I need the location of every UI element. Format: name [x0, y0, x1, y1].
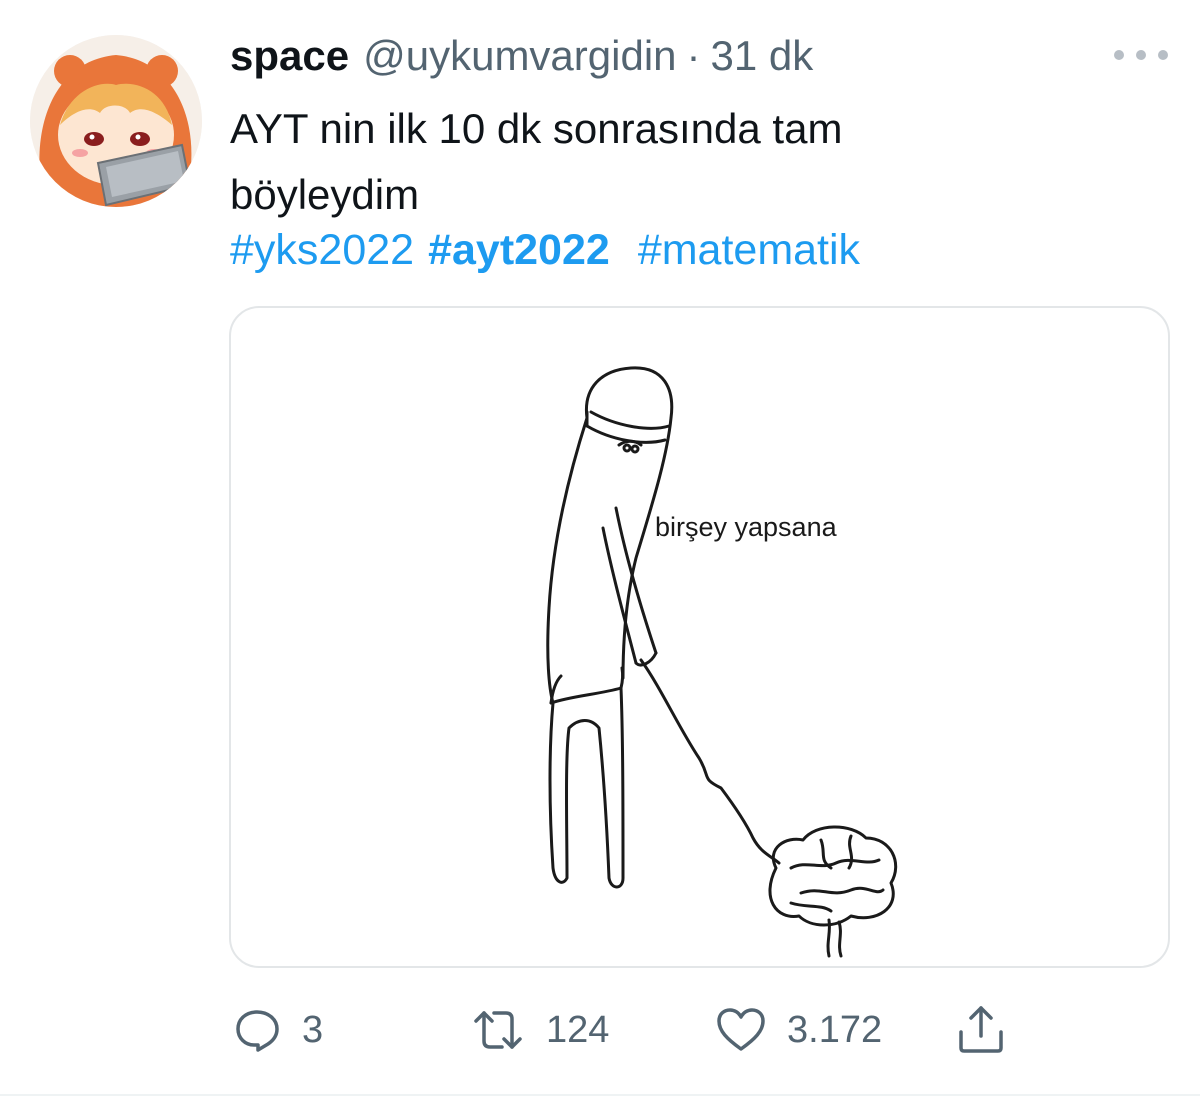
- media-caption: birşey yapsana: [655, 512, 837, 542]
- avatar[interactable]: [30, 35, 202, 207]
- tweet-text-line: böyleydim: [230, 171, 420, 218]
- reply-count: 3: [302, 1008, 324, 1051]
- more-dot: [1136, 50, 1146, 60]
- divider: [0, 1094, 1200, 1096]
- hashtags: #yks2022 #ayt2022 #matematik: [230, 222, 874, 278]
- like-button[interactable]: 3.172: [715, 995, 882, 1065]
- tweet-header: space @uykumvargidin · 31 dk: [230, 32, 813, 82]
- meme-drawing: [546, 366, 898, 958]
- reply-bubble-icon: [236, 1010, 279, 1052]
- like-count: 3.172: [787, 1008, 883, 1051]
- more-dot: [1158, 50, 1168, 60]
- heart-icon: [717, 1008, 765, 1051]
- tweet-actions: 3 124 3.172: [0, 995, 1200, 1065]
- tweet: space @uykumvargidin · 31 dk AYT nin ilk…: [0, 0, 1200, 1100]
- share-icon: [959, 1006, 1003, 1053]
- retweet-button[interactable]: 124: [470, 995, 609, 1065]
- user-handle[interactable]: @uykumvargidin: [363, 32, 676, 80]
- hashtag-link[interactable]: #ayt2022: [428, 226, 610, 274]
- more-dot: [1114, 50, 1124, 60]
- tweet-media[interactable]: birşey yapsana: [229, 306, 1170, 968]
- retweet-icon: [474, 1011, 522, 1049]
- avatar-image: [30, 35, 202, 207]
- separator-dot: ·: [686, 32, 701, 79]
- hashtag-link[interactable]: #matematik: [638, 226, 860, 274]
- hashtag-link[interactable]: #yks2022: [230, 226, 414, 274]
- retweet-count: 124: [546, 1008, 610, 1051]
- share-button[interactable]: [955, 995, 1007, 1065]
- tweet-text-line: AYT nin ilk 10 dk sonrasında tam: [230, 105, 843, 152]
- more-horizontal-icon[interactable]: [1114, 40, 1168, 70]
- tweet-text: AYT nin ilk 10 dk sonrasında tam böyleyd…: [230, 96, 1130, 228]
- timestamp[interactable]: 31 dk: [711, 32, 814, 80]
- display-name[interactable]: space: [230, 32, 349, 80]
- reply-button[interactable]: 3: [232, 995, 323, 1065]
